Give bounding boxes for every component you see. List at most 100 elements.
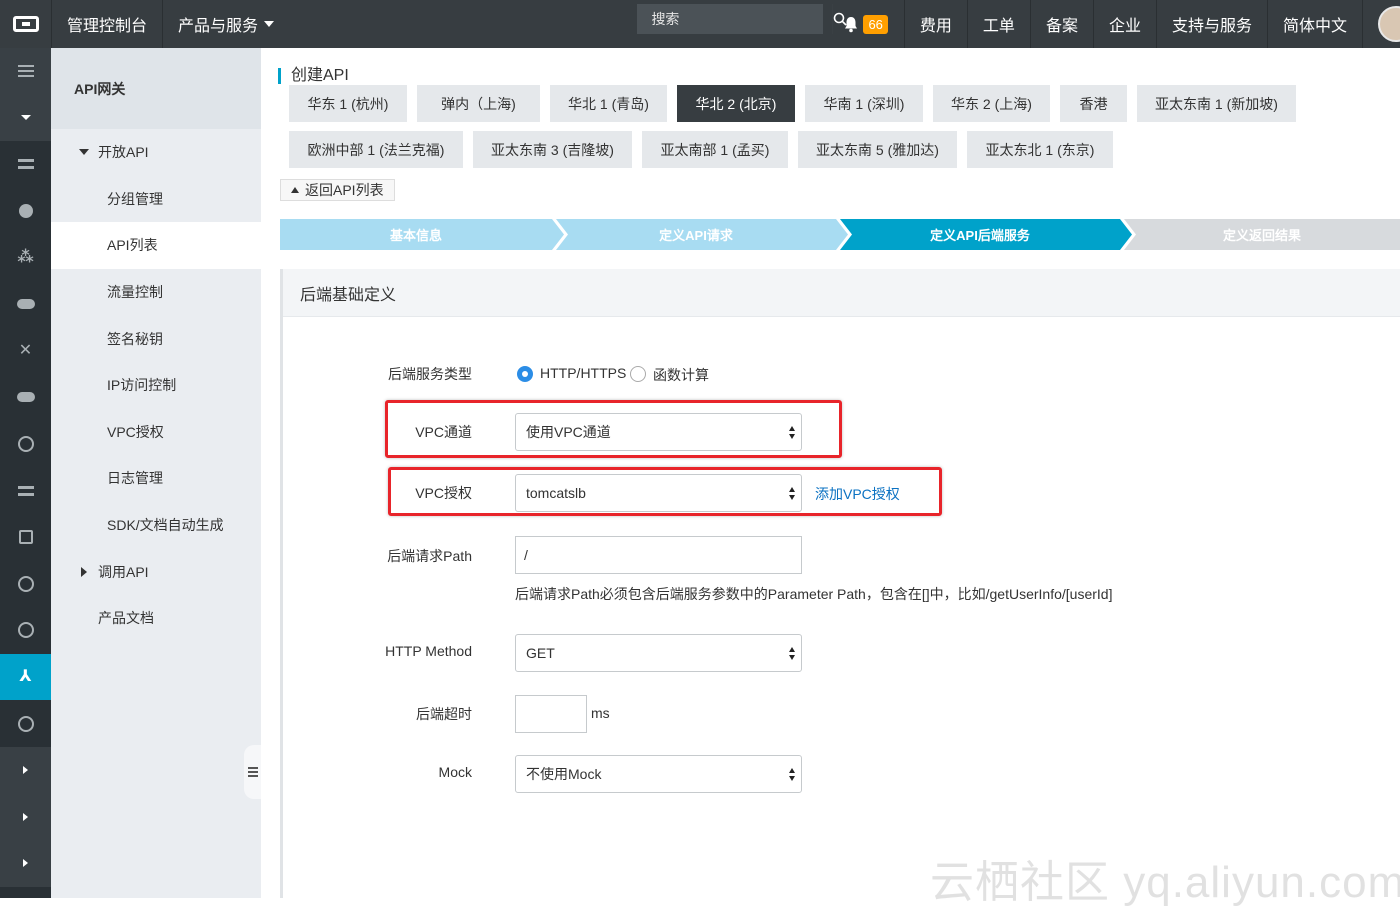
region-tab[interactable]: 欧洲中部 1 (法兰克福) — [289, 131, 463, 168]
main-content: 创建API 华东 1 (杭州) 弹内（上海) 华北 1 (青岛) 华北 2 (北… — [261, 48, 1400, 898]
backend-type-label: 后端服务类型 — [388, 366, 472, 382]
step-define-request: 定义API请求 — [659, 228, 733, 243]
region-tab[interactable]: 华东 2 (上海) — [933, 85, 1050, 122]
chevron-right-icon — [23, 766, 28, 775]
nav-language[interactable]: 简体中文 — [1266, 0, 1362, 48]
rail-item-network[interactable]: ⁂ — [0, 234, 51, 281]
vpc-channel-label: VPC通道 — [415, 424, 472, 440]
vpc-channel-select[interactable]: 使用VPC通道 — [515, 413, 802, 451]
rail-item-monitor[interactable] — [0, 700, 51, 747]
step-basic-info: 基本信息 — [389, 228, 442, 243]
sidebar-item-signature-keys[interactable]: 签名秘钥 — [51, 315, 261, 362]
rail-item-storage[interactable] — [0, 374, 51, 421]
rail-item-cloud[interactable] — [0, 281, 51, 328]
rail-item-analytics[interactable] — [0, 561, 51, 608]
database-icon — [18, 204, 33, 219]
region-tab[interactable]: 弹内（上海) — [417, 85, 540, 122]
rail-item-cluster[interactable]: ✕ — [0, 328, 51, 375]
rail-expand[interactable] — [0, 94, 51, 142]
sidebar-item-sdk[interactable]: SDK/文档自动生成 — [51, 502, 261, 549]
top-navbar: 管理控制台 产品与服务 66 费用 工单 备案 企业 支持与服务 简体中文 — [0, 0, 1400, 48]
network-icon: ⁂ — [17, 248, 34, 266]
region-tab[interactable]: 香港 — [1060, 85, 1127, 122]
nav-support[interactable]: 支持与服务 — [1155, 0, 1267, 48]
region-tab[interactable]: 亚太东南 5 (雅加达) — [798, 131, 957, 168]
sidebar-group-call-api[interactable]: 调用API — [51, 548, 261, 595]
region-tab[interactable]: 华南 1 (深圳) — [805, 85, 923, 122]
rail-more-1[interactable] — [0, 746, 51, 794]
select-arrows-icon — [789, 487, 795, 501]
watermark: 云栖社区 yq.aliyun.com — [930, 858, 1400, 907]
rail-item-ecs[interactable] — [0, 141, 51, 188]
nav-enterprise[interactable]: 企业 — [1092, 0, 1156, 48]
rail-item-db[interactable] — [0, 188, 51, 235]
region-tab-active[interactable]: 华北 2 (北京) — [677, 85, 795, 122]
layers-icon — [17, 485, 34, 496]
backend-timeout-input[interactable] — [515, 695, 587, 733]
region-tab[interactable]: 亚太东南 3 (吉隆坡) — [473, 131, 632, 168]
search-input[interactable] — [637, 4, 833, 34]
radio-function-compute-label: 函数计算 — [653, 367, 709, 383]
chevron-down-icon — [20, 115, 31, 121]
sidebar-item-product-docs[interactable]: 产品文档 — [51, 595, 261, 642]
cluster-icon: ✕ — [18, 341, 33, 359]
region-tab[interactable]: 华东 1 (杭州) — [289, 85, 407, 122]
rail-menu-toggle[interactable] — [0, 48, 51, 95]
http-method-select[interactable]: GET — [515, 634, 802, 672]
globe-icon — [17, 622, 34, 639]
radio-http[interactable] — [517, 366, 533, 382]
select-arrows-icon — [789, 426, 795, 440]
products-menu-label: 产品与服务 — [178, 18, 259, 35]
caret-right-icon — [81, 566, 87, 577]
products-menu[interactable]: 产品与服务 — [162, 0, 289, 48]
shield-icon — [18, 530, 33, 545]
console-link[interactable]: 管理控制台 — [51, 0, 162, 48]
user-avatar[interactable] — [1362, 0, 1400, 48]
nav-fees[interactable]: 费用 — [903, 0, 967, 48]
rail-more-3[interactable] — [0, 840, 51, 887]
sidebar-item-throttling[interactable]: 流量控制 — [51, 269, 261, 316]
cloud-outline-icon — [17, 436, 34, 453]
back-to-api-list-button[interactable]: 返回API列表 — [280, 179, 395, 201]
backend-path-input[interactable] — [515, 536, 802, 574]
select-arrows-icon — [789, 768, 795, 782]
mock-label: Mock — [438, 764, 472, 780]
add-vpc-auth-link[interactable]: 添加VPC授权 — [815, 484, 900, 504]
rail-more-2[interactable] — [0, 793, 51, 841]
chevron-down-icon — [264, 21, 275, 27]
rail-item-cdn[interactable] — [0, 421, 51, 468]
sidebar-item-vpc-auth[interactable]: VPC授权 — [51, 409, 261, 456]
bell-icon — [845, 16, 858, 32]
collapse-icon — [247, 767, 258, 777]
vpc-auth-select[interactable]: tomcatslb — [515, 474, 802, 512]
sidebar-item-api-list[interactable]: API列表 — [51, 222, 261, 269]
notifications-button[interactable]: 66 — [833, 0, 903, 48]
rail-item-api-gateway[interactable]: ⅄ — [0, 653, 51, 701]
radio-http-label: HTTP/HTTPS — [540, 365, 627, 381]
sidebar-collapse-toggle[interactable] — [244, 745, 261, 799]
rail-item-layers[interactable] — [0, 467, 51, 514]
sidebar-group-open-api[interactable]: 开放API — [51, 129, 261, 176]
server-icon — [17, 159, 34, 170]
radio-function-compute[interactable] — [630, 366, 646, 382]
rail-item-security[interactable] — [0, 514, 51, 561]
panel-title: 后端基础定义 — [283, 269, 1400, 317]
aliyun-logo[interactable] — [0, 0, 51, 48]
sidebar-item-ip-control[interactable]: IP访问控制 — [51, 362, 261, 409]
nav-filing[interactable]: 备案 — [1029, 0, 1093, 48]
sidebar-title: API网关 — [51, 48, 261, 129]
rail-item-globe[interactable] — [0, 607, 51, 654]
region-tab[interactable]: 亚太东北 1 (东京) — [967, 131, 1113, 168]
sidebar-item-groups[interactable]: 分组管理 — [51, 176, 261, 223]
backend-path-hint: 后端请求Path必须包含后端服务参数中的Parameter Path，包含在[]… — [515, 586, 1113, 602]
sidebar-item-logs[interactable]: 日志管理 — [51, 455, 261, 502]
region-tab[interactable]: 华北 1 (青岛) — [550, 85, 667, 122]
chevron-right-icon — [23, 812, 28, 821]
chevron-right-icon — [23, 859, 28, 868]
region-tab[interactable]: 亚太东南 1 (新加坡) — [1137, 85, 1296, 122]
region-tab[interactable]: 亚太南部 1 (孟买) — [642, 131, 788, 168]
cloud-icon — [16, 299, 35, 310]
mock-select[interactable]: 不使用Mock — [515, 755, 802, 793]
nav-tickets[interactable]: 工单 — [966, 0, 1030, 48]
